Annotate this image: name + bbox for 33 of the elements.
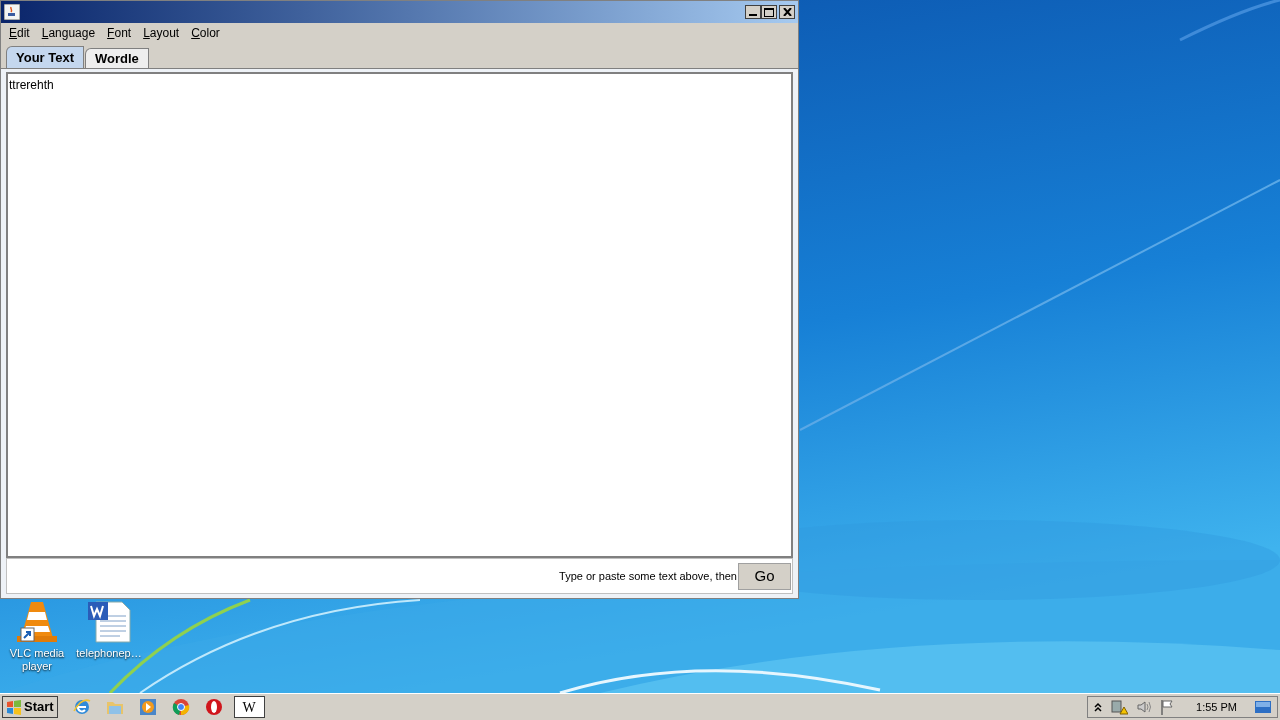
shortcut-label: telephonep… (76, 647, 142, 660)
chrome-icon[interactable] (170, 697, 191, 717)
clock-text[interactable]: 1:55 PM (1196, 698, 1237, 716)
minimize-icon (749, 14, 757, 16)
go-button[interactable]: Go (738, 562, 791, 590)
network-warning-icon[interactable] (1110, 699, 1129, 715)
flag-icon[interactable] (1160, 699, 1175, 715)
show-desktop-icon[interactable] (1255, 701, 1271, 713)
windows-logo-icon (6, 699, 22, 715)
menu-item[interactable]: Language (41, 24, 96, 42)
word-document-icon (86, 600, 132, 644)
close-button[interactable] (779, 5, 795, 19)
menu-item[interactable]: Color (191, 24, 220, 42)
taskbar-window-button[interactable]: W (233, 696, 265, 718)
menu-item[interactable]: Font (107, 24, 132, 42)
opera-icon[interactable] (203, 697, 224, 717)
menu-item[interactable]: Edit (9, 24, 30, 42)
play-button-icon[interactable] (137, 697, 158, 717)
instruction-text: Type or paste some text above, then (559, 568, 737, 584)
tab[interactable]: Wordle (85, 48, 149, 68)
shortcut-label: VLC media player (8, 647, 66, 673)
speaker-icon[interactable] (1136, 700, 1153, 714)
tab[interactable]: Your Text (6, 46, 85, 68)
menu-item[interactable]: Layout (143, 24, 180, 42)
text-input[interactable]: ttrerehth (6, 72, 793, 558)
chevron-up-icon[interactable] (1094, 702, 1103, 712)
browser-e-icon[interactable] (71, 697, 92, 717)
close-icon (782, 8, 792, 16)
maximize-button[interactable] (761, 5, 777, 19)
traffic-cone-icon (15, 600, 59, 644)
start-button[interactable]: Start (2, 696, 58, 718)
minimize-button[interactable] (745, 5, 761, 19)
maximize-icon (764, 7, 774, 17)
